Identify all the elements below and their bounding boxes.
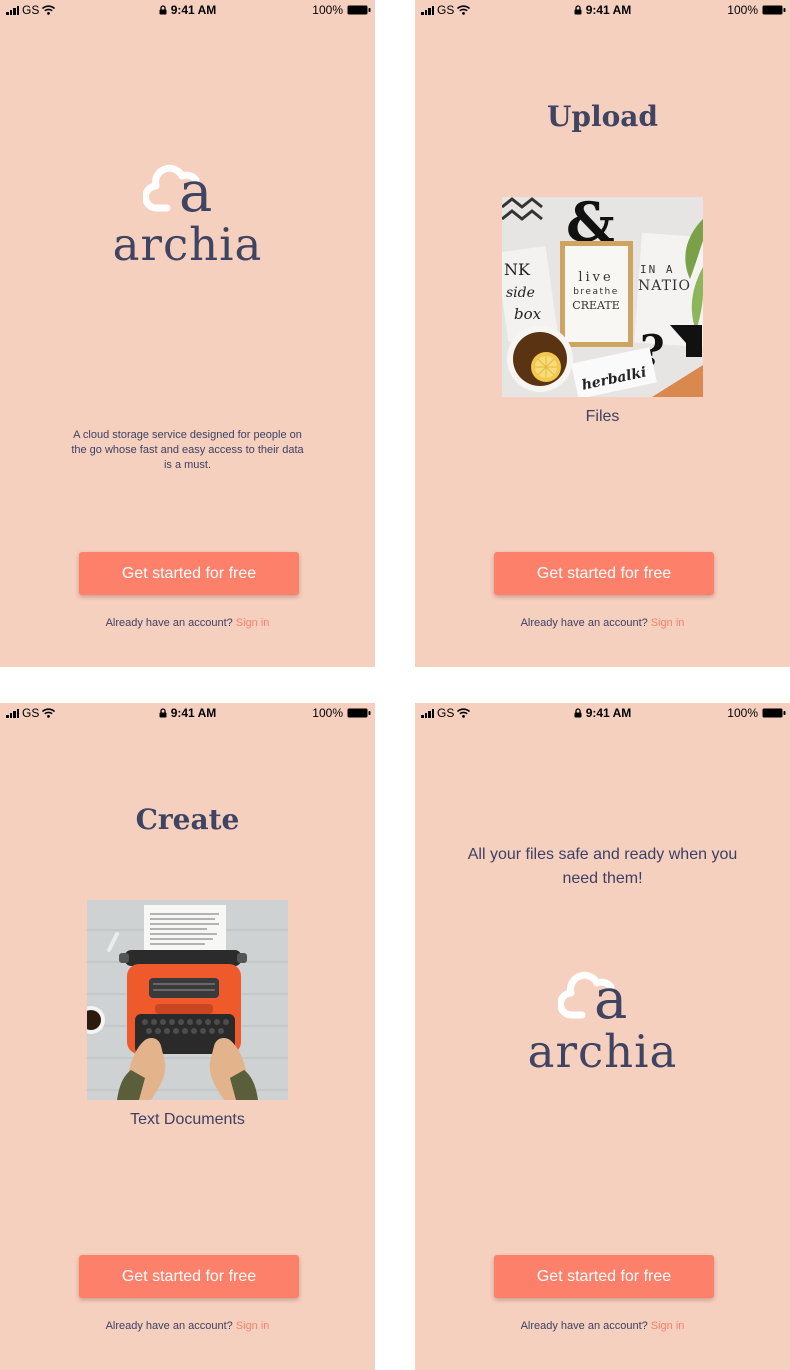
clock-time: 9:41 AM [585, 706, 632, 720]
clock-time: 9:41 AM [585, 3, 632, 17]
lock-icon [574, 5, 582, 15]
slide-title: Upload [546, 100, 659, 133]
headline: All your files safe and ready when you n… [467, 846, 738, 887]
signin-row: Already have an account? Sign in [0, 617, 375, 629]
signin-row: Already have an account? Sign in [415, 617, 790, 629]
status-bar: GS 9:41 AM 100% [415, 0, 790, 20]
battery-icon [762, 5, 786, 15]
battery-icon [347, 5, 371, 15]
signin-prompt: Already have an account? [520, 617, 648, 629]
clock-time: 9:41 AM [170, 706, 217, 720]
sign-in-link[interactable]: Sign in [236, 617, 270, 629]
lock-icon [574, 708, 582, 718]
signin-prompt: Already have an account? [520, 1320, 648, 1332]
battery-percent: 100% [727, 706, 758, 720]
get-started-button[interactable]: Get started for free [494, 552, 714, 595]
battery-percent: 100% [312, 706, 343, 720]
status-bar: GS 9:41 AM 100% [0, 703, 375, 723]
onboarding-screen-upload: GS 9:41 AM 100% Upload NK side box & liv… [415, 0, 790, 667]
battery-percent: 100% [312, 3, 343, 17]
app-logo: a archia [0, 158, 375, 271]
svg-text:a: a [179, 160, 212, 216]
brand-name: archia [527, 1025, 678, 1078]
svg-text:NATIO: NATIO [638, 278, 691, 294]
slide-title: Create [135, 803, 240, 836]
sign-in-link[interactable]: Sign in [651, 617, 685, 629]
cloud-logo-icon: a [142, 160, 212, 216]
desk-illustration: NK side box & live breathe CREATE IN A N… [502, 197, 703, 397]
battery-percent: 100% [727, 3, 758, 17]
status-bar: GS 9:41 AM 100% [415, 703, 790, 723]
svg-text:box: box [514, 305, 542, 323]
app-logo: a archia [415, 965, 790, 1078]
get-started-button[interactable]: Get started for free [494, 1255, 714, 1298]
onboarding-screen-splash: GS 9:41 AM 100% a archia A cloud storage… [0, 0, 375, 667]
svg-text:breathe: breathe [573, 287, 619, 297]
lock-icon [159, 5, 167, 15]
slide-caption: Files [585, 408, 620, 425]
battery-icon [347, 708, 371, 718]
get-started-button[interactable]: Get started for free [79, 552, 299, 595]
svg-text:live: live [578, 270, 613, 285]
svg-text:CREATE: CREATE [572, 299, 619, 312]
sign-in-link[interactable]: Sign in [236, 1320, 270, 1332]
sign-in-link[interactable]: Sign in [651, 1320, 685, 1332]
typewriter-photo [87, 900, 288, 1100]
svg-text:IN A: IN A [640, 263, 675, 276]
svg-text:a: a [594, 967, 627, 1023]
signin-prompt: Already have an account? [105, 1320, 233, 1332]
svg-text:side: side [506, 285, 535, 301]
desk-photo: NK side box & live breathe CREATE IN A N… [502, 197, 703, 397]
tagline: A cloud storage service designed for peo… [71, 429, 304, 471]
brand-name: archia [112, 218, 263, 271]
svg-text:NK: NK [504, 260, 531, 279]
typewriter-illustration [87, 900, 288, 1100]
signin-row: Already have an account? Sign in [0, 1320, 375, 1332]
signin-row: Already have an account? Sign in [415, 1320, 790, 1332]
clock-time: 9:41 AM [170, 3, 217, 17]
get-started-button[interactable]: Get started for free [79, 1255, 299, 1298]
cloud-logo-icon: a [557, 967, 627, 1023]
signin-prompt: Already have an account? [105, 617, 233, 629]
onboarding-screen-ready: GS 9:41 AM 100% All your files safe and … [415, 703, 790, 1370]
status-bar: GS 9:41 AM 100% [0, 0, 375, 20]
lock-icon [159, 708, 167, 718]
onboarding-screen-create: GS 9:41 AM 100% Create Text Documents Ge… [0, 703, 375, 1370]
battery-icon [762, 708, 786, 718]
slide-caption: Text Documents [130, 1111, 245, 1128]
